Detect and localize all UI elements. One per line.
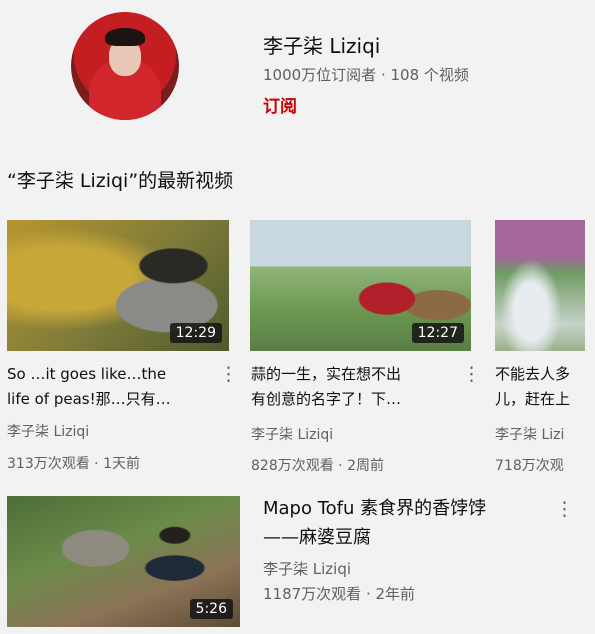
- channel-name[interactable]: 李子柒 Liziqi: [263, 30, 380, 59]
- video-title[interactable]: 蒜的一生，实在想不出 有创意的名字了！下…: [251, 362, 401, 412]
- video-stats: 1187万次观看 · 2年前: [263, 585, 416, 603]
- duration-badge: 12:27: [411, 323, 464, 343]
- channel-meta: 1000万位订阅者 · 108 个视频: [263, 66, 469, 84]
- more-vert-icon[interactable]: ⋮: [555, 499, 574, 519]
- video-title-line: 蒜的一生，实在想不出: [251, 365, 402, 383]
- video-title-line: ——麻婆豆腐: [263, 527, 371, 548]
- video-title-line: So …it goes like…the: [7, 365, 167, 383]
- duration-badge: 12:29: [169, 323, 222, 343]
- avatar-hair: [105, 28, 145, 46]
- channel-avatar[interactable]: [71, 12, 179, 120]
- video-thumbnail[interactable]: 12:27: [250, 220, 471, 351]
- duration-badge: 5:26: [189, 599, 233, 619]
- video-channel: 李子柒 Liziqi: [7, 424, 90, 440]
- video-stats: 828万次观看 · 2周前: [251, 458, 384, 474]
- video-title[interactable]: Mapo Tofu 素食界的香饽饽 ——麻婆豆腐: [263, 494, 486, 552]
- video-channel: 李子柒 Lizi: [495, 427, 565, 443]
- video-title-line: 有创意的名字了！下…: [251, 390, 402, 408]
- video-stats: 718万次观: [495, 458, 564, 474]
- video-title[interactable]: So …it goes like…the life of peas!那…只有…: [7, 362, 171, 412]
- section-title: “李子柒 Liziqi”的最新视频: [7, 170, 234, 192]
- video-title-line: Mapo Tofu 素食界的香饽饽: [263, 498, 487, 519]
- video-channel: 李子柒 Liziqi: [263, 560, 352, 578]
- more-vert-icon[interactable]: ⋮: [462, 364, 481, 384]
- more-vert-icon[interactable]: ⋮: [219, 364, 238, 384]
- video-title[interactable]: 不能去人多 儿，赶在上: [495, 362, 595, 412]
- video-thumbnail[interactable]: 12:29: [7, 220, 229, 351]
- thumbnail-image: [495, 220, 585, 351]
- video-thumbnail[interactable]: [495, 220, 585, 351]
- video-thumbnail[interactable]: 5:26: [7, 496, 240, 627]
- video-title-line: 不能去人多: [495, 365, 571, 383]
- video-title-line: life of peas!那…只有…: [7, 390, 171, 408]
- subscribe-button[interactable]: 订阅: [263, 92, 297, 117]
- video-title-line: 儿，赶在上: [495, 390, 571, 408]
- video-stats: 313万次观看 · 1天前: [7, 456, 140, 472]
- video-channel: 李子柒 Liziqi: [251, 427, 334, 443]
